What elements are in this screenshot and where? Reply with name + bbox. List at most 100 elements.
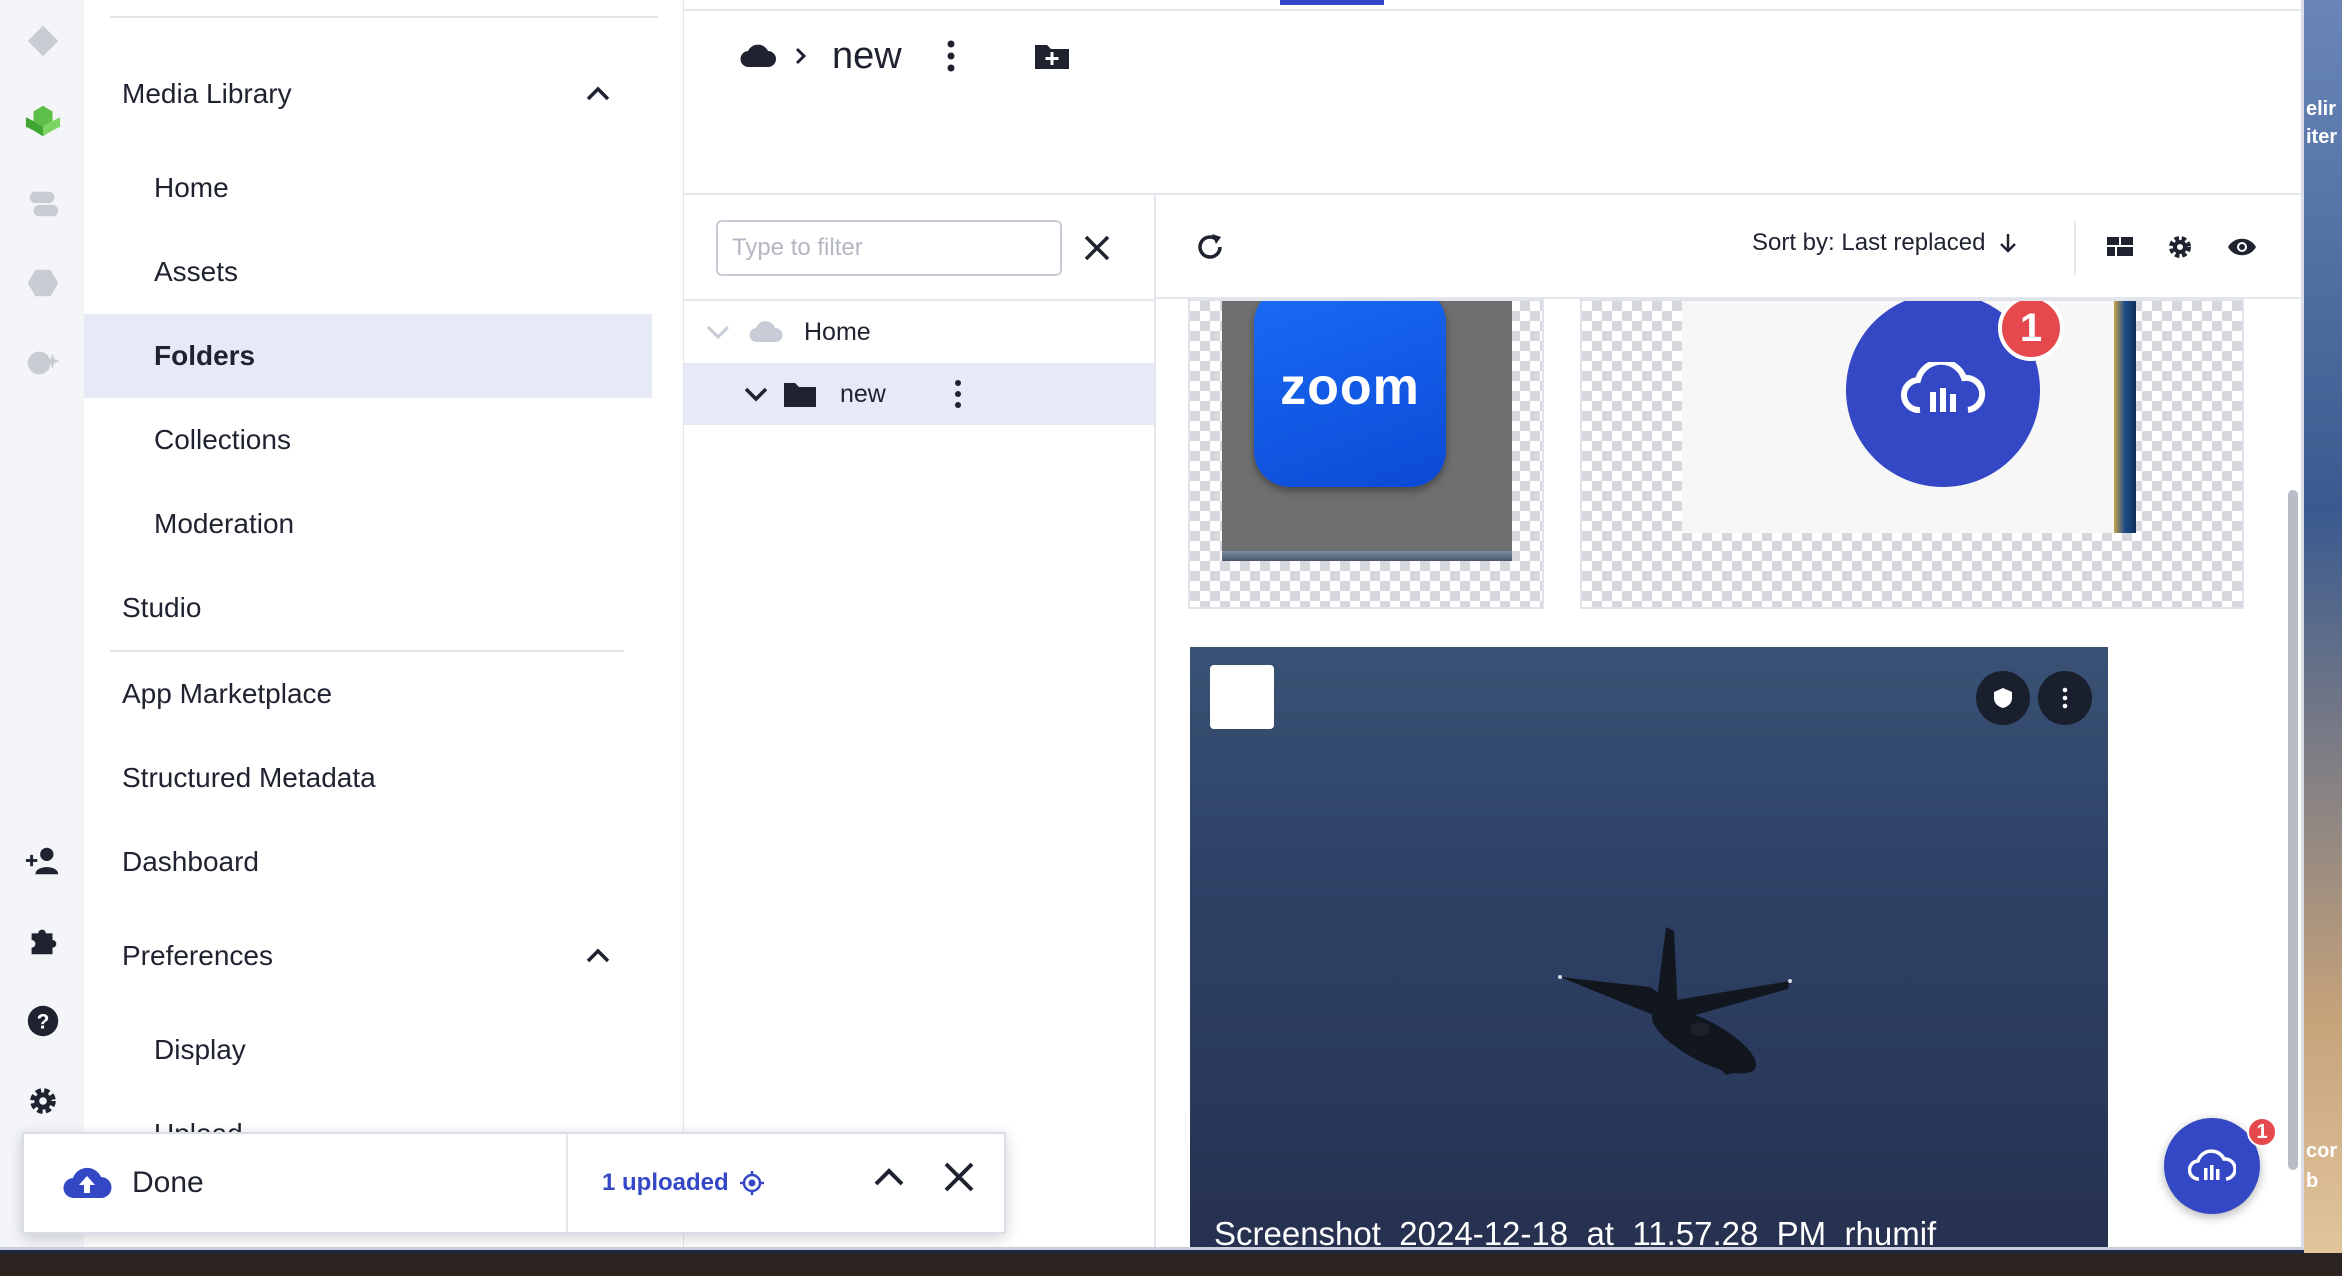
sidebar-divider: [110, 16, 658, 18]
eye-preview-icon[interactable]: [2226, 235, 2258, 259]
desktop-text: cor: [2306, 1140, 2338, 1162]
cloud-root-icon[interactable]: [740, 41, 776, 71]
chevron-down-icon[interactable]: [742, 384, 770, 404]
sidebar-item-label: Collections: [154, 424, 291, 455]
assets-cube-icon[interactable]: [18, 96, 68, 146]
folder-filter-input[interactable]: [716, 220, 1062, 276]
grid-view-icon[interactable]: [2106, 235, 2134, 259]
arrow-down-icon: [2000, 234, 2017, 253]
extensions-puzzle-icon[interactable]: [18, 916, 68, 966]
hexagon-icon[interactable]: [18, 258, 68, 308]
tree-node-label: new: [840, 379, 886, 408]
chevron-up-icon: [586, 948, 610, 963]
asset-thumbnail-edge: [2114, 301, 2136, 533]
asset-filename: Screenshot_2024-12-18_at_11.57.28_PM_rhu…: [1214, 1215, 1937, 1250]
airplane-image: [1558, 927, 1792, 1075]
sidebar-item-label: App Marketplace: [122, 678, 333, 709]
main-content: new Home new: [684, 0, 2301, 1250]
settings-gear-icon[interactable]: [2166, 233, 2194, 261]
asset-card-airplane[interactable]: Screenshot_2024-12-18_at_11.57.28_PM_rhu…: [1190, 647, 2108, 1250]
grid-toolbar: Sort by: Last replaced: [1156, 195, 2301, 299]
sidebar-item-label: Assets: [154, 256, 239, 287]
programmable-media-icon[interactable]: [18, 178, 68, 228]
sidebar-item-label: Studio: [122, 592, 202, 623]
chevron-right-icon: [795, 47, 807, 65]
sidebar-item-folders[interactable]: Folders: [84, 314, 652, 398]
sidebar-item-label: Display: [154, 1034, 246, 1065]
tree-node-home[interactable]: Home: [684, 301, 1154, 363]
sidebar-item-label: Dashboard: [122, 846, 259, 877]
sidebar-item-label: Folders: [154, 340, 256, 371]
cloud-upload-icon: [63, 1167, 112, 1199]
toast-actions: [870, 1158, 978, 1196]
chevron-down-icon[interactable]: [704, 322, 732, 342]
toolbar-separator: [2074, 221, 2076, 275]
asset-shield-button[interactable]: [1976, 671, 2030, 725]
folder-icon: [784, 383, 816, 407]
more-vertical-icon[interactable]: [936, 36, 966, 76]
add-user-icon[interactable]: [18, 836, 68, 886]
tree-node-new-folder[interactable]: new: [684, 363, 1154, 425]
desktop-text: b: [2306, 1170, 2319, 1192]
desktop-background: elir iter cor b: [2304, 0, 2342, 1276]
clear-filter-close-icon[interactable]: [1082, 233, 1112, 263]
active-tab-indicator: [1280, 0, 1384, 5]
cloudinary-logo-icon[interactable]: [18, 16, 68, 66]
cloud-icon: [749, 321, 783, 343]
uploaded-count-text: 1 uploaded: [602, 1169, 729, 1196]
sort-dropdown[interactable]: Sort by: Last replaced: [1752, 229, 2019, 257]
sidebar-item-label: Structured Metadata: [122, 762, 376, 793]
taskbar: [0, 1253, 2342, 1276]
sidebar-item-collections[interactable]: Collections: [84, 398, 652, 482]
app-window: ? Media Library Home Assets Folders Coll…: [0, 0, 2304, 1250]
new-folder-icon[interactable]: [1032, 39, 1072, 73]
asset-select-checkbox[interactable]: [1210, 665, 1274, 729]
asset-more-button[interactable]: [2038, 671, 2092, 725]
zoom-app-logo: zoom: [1254, 301, 1446, 487]
icon-rail: ?: [0, 0, 84, 1247]
zoom-logo-text: zoom: [1280, 358, 1420, 416]
sidebar-item-label: Moderation: [154, 508, 295, 539]
breadcrumb: new: [740, 28, 1072, 84]
header-border: [684, 9, 2301, 11]
sidebar-item-display[interactable]: Display: [84, 1008, 652, 1092]
help-icon[interactable]: ?: [18, 996, 68, 1046]
settings-gear-icon[interactable]: [18, 1076, 68, 1126]
uploaded-count-link[interactable]: 1 uploaded: [602, 1169, 765, 1197]
asset-grid-panel: Sort by: Last replaced zoom 1 Screenshot…: [1156, 195, 2301, 1250]
upload-widget-button[interactable]: [2164, 1118, 2260, 1214]
sidebar-item-home[interactable]: Home: [84, 146, 652, 230]
sidebar-item-label: Media Library: [122, 78, 292, 109]
folder-tree-panel: Home new: [684, 195, 1156, 1247]
sidebar-item-studio[interactable]: Studio: [84, 566, 652, 650]
sidebar-section-preferences[interactable]: Preferences: [84, 914, 652, 998]
chevron-up-icon[interactable]: [870, 1158, 908, 1196]
sidebar-item-assets[interactable]: Assets: [84, 230, 652, 314]
shield-icon: [1994, 688, 2012, 708]
refresh-icon[interactable]: [1194, 231, 1226, 263]
more-vertical-icon[interactable]: [948, 376, 968, 412]
more-vertical-icon: [2062, 687, 2068, 709]
asset-card-zoom[interactable]: zoom: [1188, 299, 1544, 609]
desktop-text: elir: [2306, 98, 2337, 120]
cloud-chart-icon: [2188, 1149, 2236, 1181]
ai-sparkle-icon[interactable]: [18, 338, 68, 388]
notification-badge: 1: [2247, 1117, 2277, 1147]
close-icon[interactable]: [940, 1158, 978, 1196]
sidebar-item-label: Home: [154, 172, 229, 203]
sidebar-section-media-library[interactable]: Media Library: [84, 52, 652, 136]
cloud-chart-icon: [1900, 362, 1986, 414]
sidebar-item-app-marketplace[interactable]: App Marketplace: [84, 652, 652, 736]
asset-card-cloud-badge[interactable]: 1: [1580, 299, 2244, 609]
sidebar-item-dashboard[interactable]: Dashboard: [84, 820, 652, 904]
svg-text:?: ?: [37, 1011, 50, 1034]
sidebar: Media Library Home Assets Folders Collec…: [84, 0, 684, 1247]
grid-scrollbar[interactable]: [2288, 490, 2298, 1170]
locate-target-icon: [739, 1171, 764, 1195]
sidebar-item-moderation[interactable]: Moderation: [84, 482, 652, 566]
sort-label: Sort by: Last replaced: [1752, 229, 1986, 256]
upload-status-toast: Done 1 uploaded: [22, 1132, 1006, 1234]
sidebar-item-structured-metadata[interactable]: Structured Metadata: [84, 736, 652, 820]
sidebar-item-label: Preferences: [122, 940, 273, 971]
breadcrumb-current-folder: new: [832, 34, 902, 77]
